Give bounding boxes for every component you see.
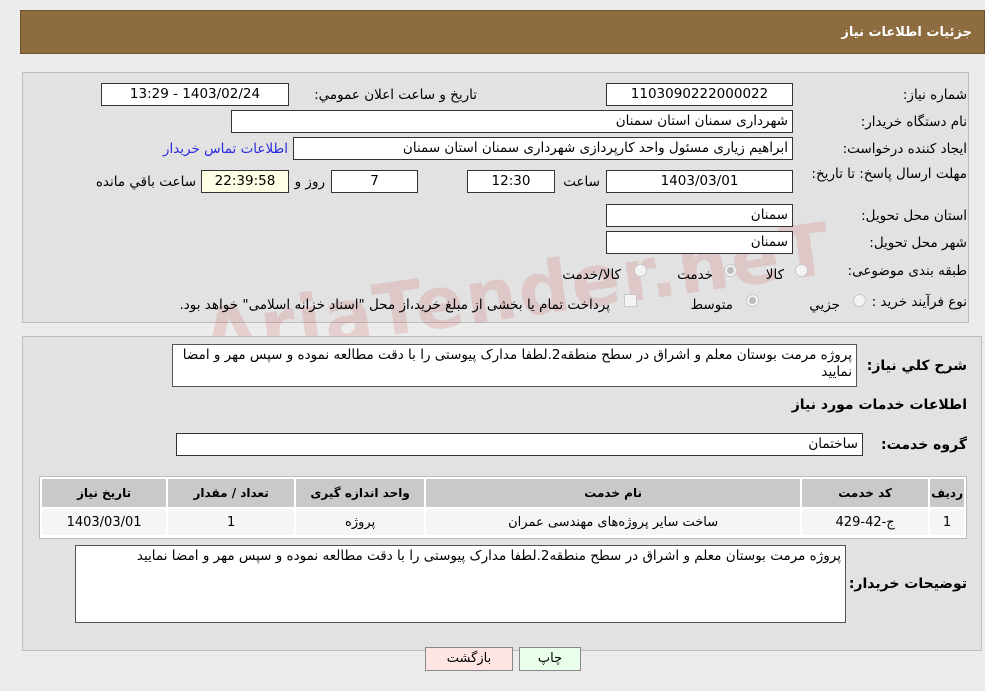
city-label: شهر محل تحویل: [869, 235, 967, 251]
col-header-unit: واحد اندازه گیری [294, 477, 427, 509]
city-field: سمنان [606, 231, 793, 254]
buyer-org-label: نام دستگاه خریدار: [860, 114, 967, 130]
need-number-field: 1103090222000022 [606, 83, 793, 106]
description-textarea[interactable]: پروژه مرمت بوستان معلم و اشراق در سطح من… [172, 344, 857, 387]
col-header-quantity: تعداد / مقدار [166, 477, 297, 509]
announce-label: تاریخ و ساعت اعلان عمومي: [314, 87, 477, 103]
buyer-notes-textarea[interactable]: پروژه مرمت بوستان معلم و اشراق در سطح من… [75, 545, 846, 623]
buyer-notes-label: توضیحات خریدار: [848, 576, 967, 592]
buyer-contact-link[interactable]: اطلاعات تماس خریدار [163, 141, 288, 157]
back-button[interactable]: بازگشت [425, 647, 513, 671]
creator-field: ابراهیم زیاری مسئول واحد کارپردازی شهردا… [293, 137, 793, 160]
category-option-goods-service: کالا/خدمت [562, 267, 621, 283]
time-label: ساعت [563, 174, 600, 190]
description-label: شرح کلي نیاز: [866, 358, 967, 374]
page-header: جزئیات اطلاعات نیاز [20, 10, 985, 54]
cell-need-date: 1403/03/01 [39, 507, 169, 537]
col-header-service-name: نام خدمت [424, 477, 803, 509]
process-option-medium: متوسط [690, 297, 733, 313]
service-group-field: ساختمان [176, 433, 863, 456]
buyer-org-field: شهرداری سمنان استان سمنان [231, 110, 793, 133]
remaining-time-field: 22:39:58 [201, 170, 289, 193]
cell-unit: پروژه [294, 507, 427, 537]
category-option-service: خدمت [677, 267, 713, 283]
deadline-label: مهلت ارسال پاسخ: تا تاریخ: [811, 166, 967, 182]
creator-label: ایجاد کننده درخواست: [842, 141, 967, 157]
cell-row-number: 1 [928, 507, 966, 537]
process-option-minor: جزيي [809, 297, 840, 313]
deadline-date-field: 1403/03/01 [606, 170, 793, 193]
category-radio-goods-service[interactable] [634, 264, 647, 277]
days-field: 7 [331, 170, 418, 193]
process-label: نوع فرآیند خرید : [871, 294, 967, 310]
cell-quantity: 1 [166, 507, 297, 537]
days-label: روز و [294, 174, 325, 190]
process-radio-medium[interactable] [746, 294, 759, 307]
category-label: طبقه بندی موضوعی: [847, 263, 967, 279]
cell-service-code: ج-42-429 [800, 507, 931, 537]
service-group-label: گروه خدمت: [881, 437, 967, 453]
print-button[interactable]: چاپ [519, 647, 581, 671]
category-option-goods: کالا [765, 267, 784, 283]
services-table: ردیف کد خدمت نام خدمت واحد اندازه گیری ت… [39, 477, 966, 537]
col-header-need-date: تاریخ نیاز [39, 477, 169, 509]
deadline-time-field: 12:30 [467, 170, 555, 193]
col-header-service-code: کد خدمت [800, 477, 931, 509]
province-field: سمنان [606, 204, 793, 227]
page-title: جزئیات اطلاعات نیاز [841, 25, 972, 40]
treasury-text: پرداخت تمام یا بخشی از مبلغ خرید،از محل … [179, 297, 610, 313]
services-table-wrap: ردیف کد خدمت نام خدمت واحد اندازه گیری ت… [39, 476, 967, 539]
table-header-row: ردیف کد خدمت نام خدمت واحد اندازه گیری ت… [39, 477, 966, 509]
process-radio-minor[interactable] [853, 294, 866, 307]
services-section-title: اطلاعات خدمات مورد نیاز [791, 397, 967, 413]
treasury-checkbox[interactable] [624, 294, 637, 307]
need-number-label: شماره نیاز: [902, 87, 967, 103]
announce-field: 1403/02/24 - 13:29 [101, 83, 289, 106]
table-row: 1 ج-42-429 ساخت سایر پروژه‌های مهندسی عم… [39, 507, 966, 537]
cell-service-name: ساخت سایر پروژه‌های مهندسی عمران [424, 507, 803, 537]
province-label: استان محل تحویل: [861, 208, 967, 224]
col-header-row-number: ردیف [928, 477, 966, 509]
category-radio-goods[interactable] [795, 264, 808, 277]
category-radio-service[interactable] [724, 264, 737, 277]
remaining-label: ساعت باقي مانده [95, 174, 196, 190]
